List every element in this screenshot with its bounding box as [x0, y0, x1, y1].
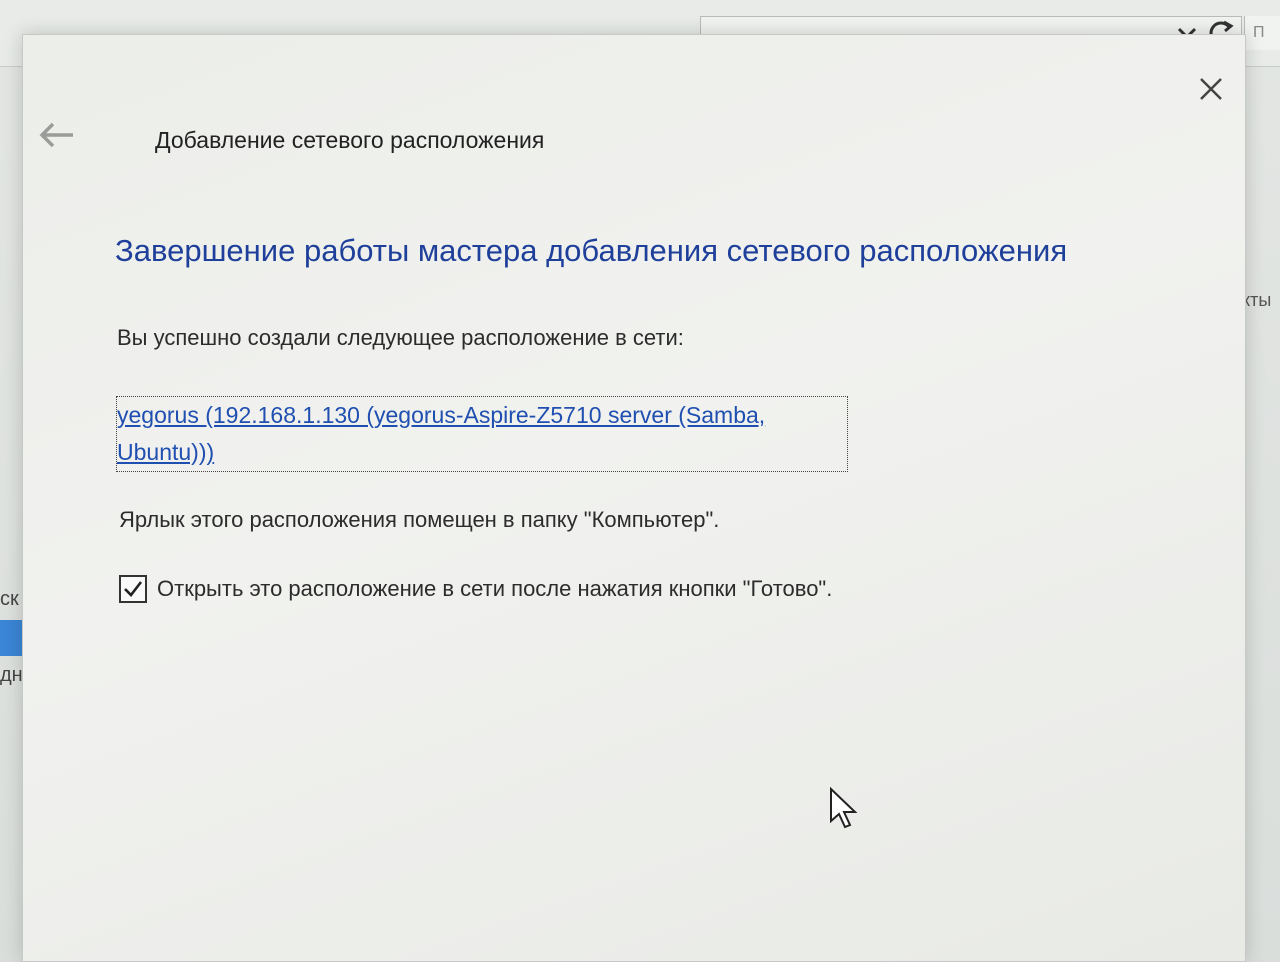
- network-location-link[interactable]: yegorus (192.168.1.130 (yegorus-Aspire-Z…: [116, 396, 848, 472]
- checkmark-icon: [124, 581, 143, 597]
- back-arrow-icon: [39, 122, 73, 148]
- search-box[interactable]: П: [1244, 16, 1280, 50]
- network-location-link-line2: Ubuntu))): [117, 439, 215, 465]
- background-right-text: кты: [1242, 290, 1272, 310]
- dialog-title: Добавление сетевого расположения: [155, 127, 545, 153]
- back-button[interactable]: [37, 119, 77, 151]
- add-network-location-dialog: Добавление сетевого расположения Заверше…: [22, 34, 1246, 962]
- shortcut-info-text: Ярлык этого расположения помещен в папку…: [119, 507, 720, 532]
- success-message: Вы успешно создали следующее расположени…: [117, 325, 684, 350]
- background-left-text-1: ск: [0, 588, 19, 610]
- network-location-link-line1: yegorus (192.168.1.130 (yegorus-Aspire-Z…: [117, 402, 766, 428]
- open-location-checkbox-row[interactable]: Открыть это расположение в сети после на…: [119, 573, 832, 605]
- close-button[interactable]: [1193, 71, 1229, 107]
- open-location-checkbox-label: Открыть это расположение в сети после на…: [157, 576, 833, 601]
- mouse-pointer-icon: [829, 786, 859, 831]
- close-icon: [1200, 78, 1222, 100]
- open-location-checkbox[interactable]: [119, 575, 147, 603]
- wizard-heading: Завершение работы мастера добавления сет…: [115, 233, 1068, 268]
